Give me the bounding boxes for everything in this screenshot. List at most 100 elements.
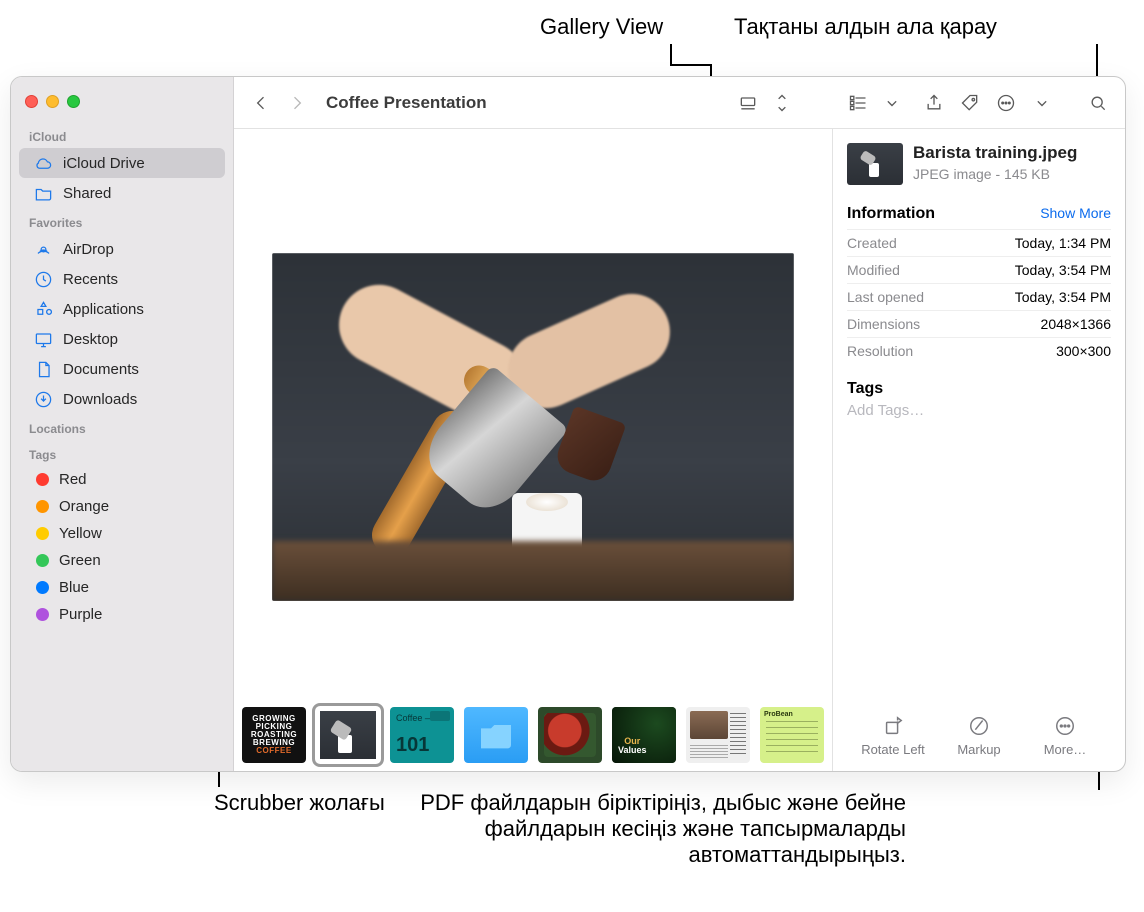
sidebar-item-applications[interactable]: Applications — [19, 294, 225, 324]
qa-label: Rotate Left — [861, 742, 925, 757]
info-row: Last openedToday, 3:54 PM — [847, 283, 1111, 310]
tag-dot-icon — [36, 500, 49, 513]
sidebar-item-label: Shared — [63, 185, 111, 202]
callout-scrubber: Scrubber жолағы — [214, 790, 385, 816]
sidebar-tag-red[interactable]: Red — [19, 466, 225, 493]
gallery-preview — [234, 129, 832, 705]
info-value: 300×300 — [1056, 343, 1111, 359]
markup-button[interactable]: Markup — [937, 714, 1021, 757]
scrubber-thumb-selected[interactable] — [316, 707, 380, 763]
sidebar-tag-purple[interactable]: Purple — [19, 601, 225, 628]
main-area: Coffee Presentation — [234, 77, 1125, 771]
tag-dot-icon — [36, 473, 49, 486]
sidebar-item-label: Red — [59, 471, 87, 488]
sidebar-tag-green[interactable]: Green — [19, 547, 225, 574]
scrubber-bar[interactable]: GROWING PICKING ROASTING BREWING COFFEE … — [234, 705, 832, 771]
scrubber-thumb[interactable]: OurValues — [612, 707, 676, 763]
tag-dot-icon — [36, 527, 49, 540]
scrubber-thumb[interactable]: ProBean — [760, 707, 824, 763]
gallery-area: GROWING PICKING ROASTING BREWING COFFEE … — [234, 129, 833, 771]
callout-bottom-note: PDF файлдарын біріктіріңіз, дыбыс және б… — [386, 790, 906, 868]
toolbar: Coffee Presentation — [234, 77, 1125, 129]
sidebar-item-label: Purple — [59, 606, 102, 623]
scrubber-thumb[interactable]: GROWING PICKING ROASTING BREWING COFFEE — [242, 707, 306, 763]
info-row: Resolution 300×300 — [847, 337, 1111, 364]
airdrop-icon — [33, 239, 53, 259]
forward-button[interactable] — [282, 88, 312, 118]
search-button[interactable] — [1083, 88, 1113, 118]
markup-icon — [961, 714, 997, 738]
sidebar-item-downloads[interactable]: Downloads — [19, 384, 225, 414]
sidebar: iCloud iCloud Drive Shared Favorites Air… — [11, 77, 234, 771]
finder-window: iCloud iCloud Drive Shared Favorites Air… — [10, 76, 1126, 772]
rotate-left-button[interactable]: Rotate Left — [851, 714, 935, 757]
sidebar-tag-orange[interactable]: Orange — [19, 493, 225, 520]
sidebar-item-label: Blue — [59, 579, 89, 596]
downloads-icon — [33, 389, 53, 409]
zoom-button[interactable] — [67, 95, 80, 108]
quick-actions: Rotate Left Markup More… — [847, 708, 1111, 765]
sidebar-tag-yellow[interactable]: Yellow — [19, 520, 225, 547]
show-more-link[interactable]: Show More — [1040, 205, 1111, 221]
window-controls — [11, 87, 233, 122]
minimize-button[interactable] — [46, 95, 59, 108]
sidebar-item-airdrop[interactable]: AirDrop — [19, 234, 225, 264]
more-icon — [1047, 714, 1083, 738]
more-actions-button[interactable]: More… — [1023, 714, 1107, 757]
sidebar-item-label: Yellow — [59, 525, 102, 542]
more-chevron[interactable] — [1027, 88, 1057, 118]
sidebar-item-label: iCloud Drive — [63, 155, 145, 172]
qa-label: Markup — [957, 742, 1000, 757]
content-area: GROWING PICKING ROASTING BREWING COFFEE … — [234, 129, 1125, 771]
cloud-icon — [33, 153, 53, 173]
scrubber-thumb[interactable] — [686, 707, 750, 763]
gallery-preview-image[interactable] — [272, 253, 794, 601]
tags-button[interactable] — [955, 88, 985, 118]
sidebar-item-label: Documents — [63, 361, 139, 378]
tag-dot-icon — [36, 554, 49, 567]
sidebar-item-label: Desktop — [63, 331, 118, 348]
clock-icon — [33, 269, 53, 289]
more-button[interactable] — [991, 88, 1021, 118]
sidebar-item-recents[interactable]: Recents — [19, 264, 225, 294]
sidebar-section-favorites: Favorites — [11, 208, 233, 234]
scrubber-thumb[interactable] — [538, 707, 602, 763]
window-title: Coffee Presentation — [326, 93, 719, 113]
sidebar-item-label: Applications — [63, 301, 144, 318]
gallery-view-button[interactable] — [733, 88, 763, 118]
info-row: CreatedToday, 1:34 PM — [847, 229, 1111, 256]
sidebar-item-shared[interactable]: Shared — [19, 178, 225, 208]
group-by-button[interactable] — [843, 88, 873, 118]
info-key: Dimensions — [847, 316, 920, 332]
qa-label: More… — [1044, 742, 1087, 757]
share-button[interactable] — [919, 88, 949, 118]
info-value: Today, 3:54 PM — [1015, 262, 1111, 278]
sidebar-item-icloud-drive[interactable]: iCloud Drive — [19, 148, 225, 178]
callout-line — [670, 64, 710, 66]
preview-pane: Barista training.jpeg JPEG image - 145 K… — [833, 129, 1125, 771]
sidebar-tag-blue[interactable]: Blue — [19, 574, 225, 601]
info-row: ModifiedToday, 3:54 PM — [847, 256, 1111, 283]
sidebar-item-label: Recents — [63, 271, 118, 288]
scrubber-thumb[interactable] — [464, 707, 528, 763]
sidebar-item-label: Downloads — [63, 391, 137, 408]
info-row: Dimensions2048×1366 — [847, 310, 1111, 337]
info-key: Resolution — [847, 343, 913, 359]
callout-gallery-view: Gallery View — [540, 14, 663, 40]
info-value: Today, 1:34 PM — [1015, 235, 1111, 251]
scrubber-thumb[interactable]: Coffee —101 — [390, 707, 454, 763]
sidebar-item-label: Orange — [59, 498, 109, 515]
back-button[interactable] — [246, 88, 276, 118]
close-button[interactable] — [25, 95, 38, 108]
preview-file-name: Barista training.jpeg — [913, 143, 1077, 163]
documents-icon — [33, 359, 53, 379]
sidebar-section-locations: Locations — [11, 414, 233, 440]
rotate-left-icon — [875, 714, 911, 738]
group-by-chevron[interactable] — [877, 88, 907, 118]
sidebar-item-label: Green — [59, 552, 101, 569]
sidebar-item-desktop[interactable]: Desktop — [19, 324, 225, 354]
sidebar-item-documents[interactable]: Documents — [19, 354, 225, 384]
preview-file-header: Barista training.jpeg JPEG image - 145 K… — [847, 143, 1111, 185]
view-options-chevron[interactable] — [767, 88, 797, 118]
add-tags-field[interactable]: Add Tags… — [847, 402, 1111, 419]
